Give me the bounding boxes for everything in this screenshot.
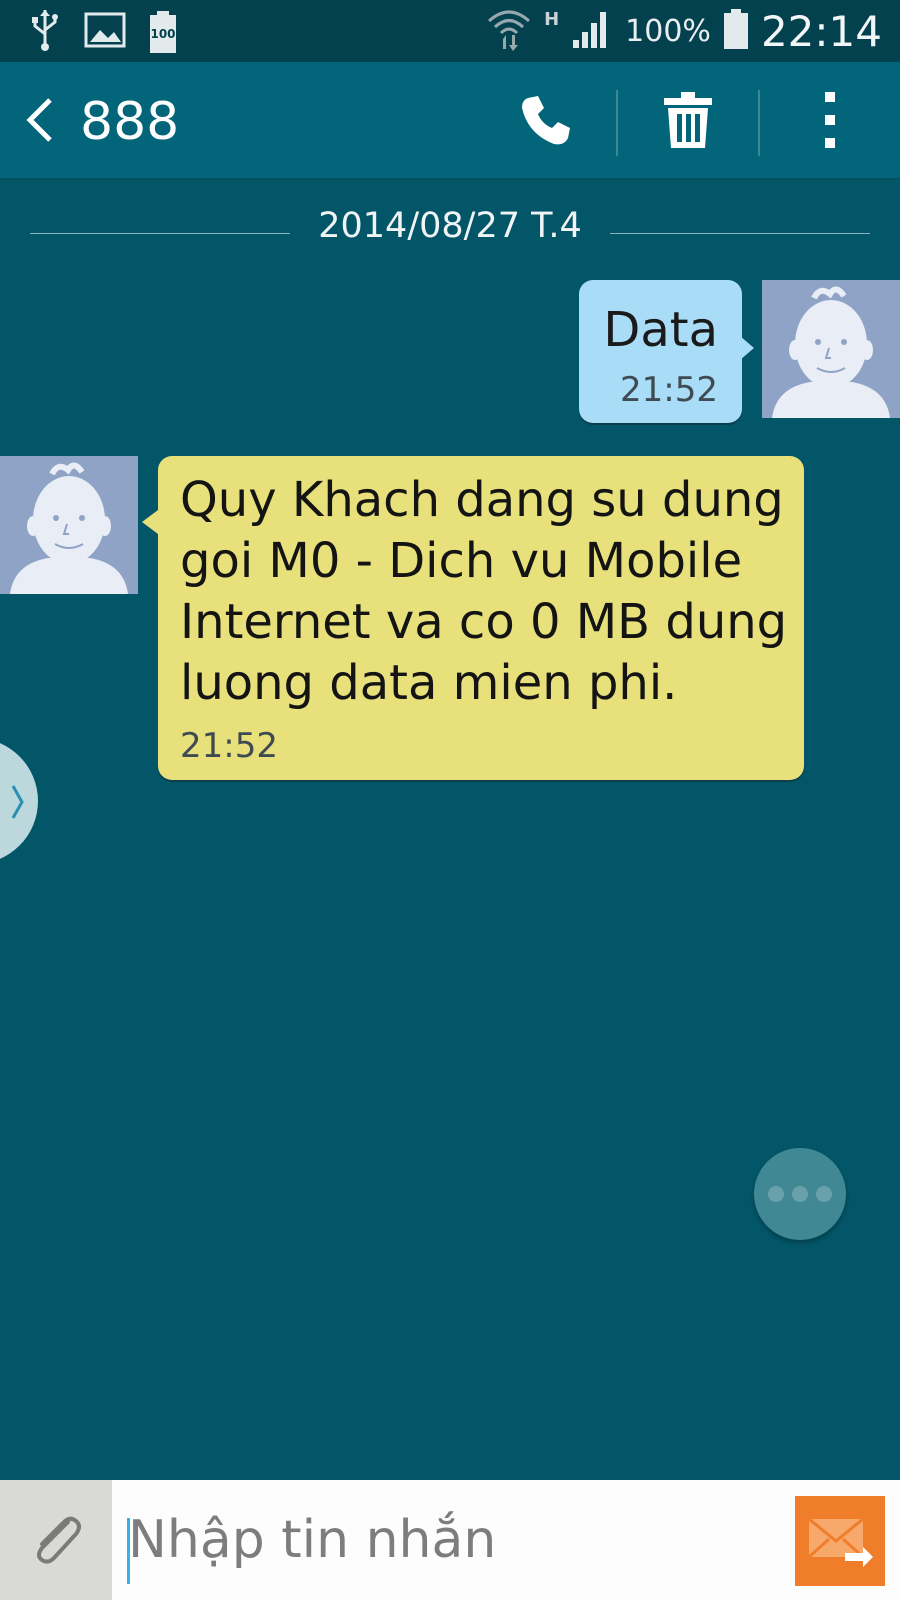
more-actions-button[interactable] [754,1148,846,1240]
dot [792,1186,808,1202]
wifi-icon [486,7,532,55]
compose-bar [0,1480,900,1600]
avatar[interactable] [0,456,138,594]
dot [816,1186,832,1202]
dot [768,1186,784,1202]
chevron-right-icon [11,785,24,819]
clock: 22:14 [760,6,882,56]
trash-icon [664,92,712,148]
notification-icons: 100 [28,8,178,56]
contact-title[interactable]: 888 [80,92,179,152]
message-text: Quy Khach dang su dung goi M0 - Dich vu … [180,472,788,711]
battery-saver-label: 100 [150,27,176,41]
outgoing-message-bubble[interactable]: Data 21:52 [579,280,742,423]
network-type: H [544,8,560,30]
battery-saver-icon: 100 [148,10,178,54]
battery-icon [723,8,749,54]
battery-percent: 100% [625,13,711,49]
paperclip-icon [37,1516,81,1564]
send-button[interactable] [795,1496,885,1586]
more-vertical-icon [825,92,835,148]
call-button[interactable] [506,80,586,160]
send-icon [807,1517,873,1567]
date-divider-line [610,233,870,234]
bubble-tail [740,336,754,360]
message-input[interactable] [124,1498,792,1582]
status-bar: 100 H 100% 22:14 [0,0,900,62]
message-text: Data [603,302,718,358]
avatar[interactable] [762,280,900,418]
back-arrow-icon [26,98,52,142]
person-avatar-icon [772,286,890,418]
date-header: 2014/08/27 T.4 [318,206,582,246]
system-status: H 100% 22:14 [486,0,882,62]
action-divider [616,90,618,156]
message-time: 21:52 [180,726,278,766]
attach-button[interactable] [0,1480,112,1600]
usb-icon [28,8,62,56]
action-bar: 888 [0,62,900,180]
bubble-tail [142,510,158,534]
text-caret [127,1518,130,1584]
incoming-message-bubble[interactable]: Quy Khach dang su dung goi M0 - Dich vu … [158,456,804,780]
action-divider [758,90,760,156]
back-button[interactable] [18,90,78,150]
more-options-button[interactable] [790,80,870,160]
signal-icon [571,8,613,54]
message-time: 21:52 [620,370,718,410]
side-drawer-handle[interactable] [0,738,38,864]
phone-icon [522,96,570,145]
person-avatar-icon [10,462,128,594]
gallery-icon [84,12,126,52]
delete-button[interactable] [648,80,728,160]
